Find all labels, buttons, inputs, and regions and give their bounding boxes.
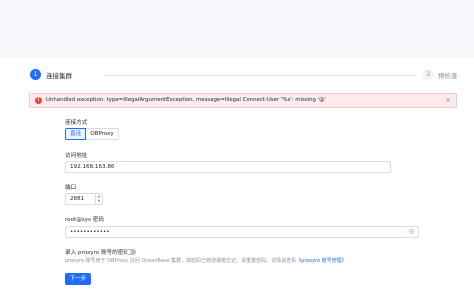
obproxy-option[interactable]: OBProxy <box>86 128 119 140</box>
connection-method-label: 连接方式 <box>65 120 88 126</box>
step-1-circle: 1 <box>30 69 41 80</box>
top-banner <box>0 0 474 57</box>
password-label: root@sys 密码 <box>65 217 104 223</box>
step-indicator: 1 连接集群 2 预检查 <box>0 67 474 83</box>
error-icon: ! <box>35 97 42 104</box>
port-stepper[interactable]: ▲ ▼ <box>95 194 102 204</box>
error-message: Unhandled exception. type=IllegalArgumen… <box>46 97 327 103</box>
password-input[interactable]: •••••••••••• ◎ <box>65 226 419 238</box>
proxyro-doc-link[interactable]: 《proxyro 账号管理》 <box>296 258 347 264</box>
step-2-circle: 2 <box>423 69 434 80</box>
next-button[interactable]: 下一步 <box>65 273 91 285</box>
port-label: 端口 <box>65 185 77 191</box>
port-value: 2881 <box>70 196 85 202</box>
close-icon[interactable]: × <box>445 96 451 105</box>
proxyro-switch[interactable] <box>126 249 136 255</box>
error-alert: ! Unhandled exception. type=IllegalArgum… <box>29 93 457 108</box>
connection-method-toggle: 直连 OBProxy <box>65 128 119 140</box>
address-label: 访问地址 <box>65 153 88 159</box>
port-input[interactable]: 2881 ▲ ▼ <box>65 193 103 205</box>
proxyro-hint: proxyro 账号用于 OBProxy 访问 OceanBase 集群，如密码… <box>65 257 347 264</box>
step-connector <box>104 75 416 76</box>
switch-knob <box>127 250 131 254</box>
password-value: •••••••••••• <box>70 229 110 235</box>
proxyro-label: 录入 proxyro 账号的密码 <box>65 250 129 256</box>
step-2-label: 预检查 <box>438 72 458 80</box>
step-1-label: 连接集群 <box>46 72 72 80</box>
eye-icon[interactable]: ◎ <box>409 228 414 236</box>
address-input[interactable]: 192.168.163.86 <box>65 161 391 173</box>
direct-connect-option[interactable]: 直连 <box>65 128 87 140</box>
proxyro-hint-text: proxyro 账号用于 OBProxy 访问 OceanBase 集群，如密码… <box>65 258 297 264</box>
address-value: 192.168.163.86 <box>70 164 115 170</box>
